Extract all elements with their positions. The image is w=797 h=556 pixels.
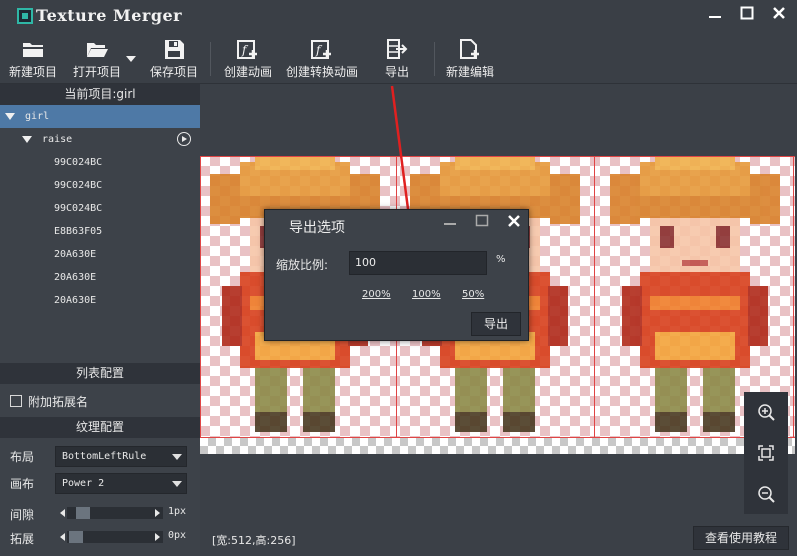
fit-screen-icon[interactable] bbox=[756, 443, 776, 463]
zoom-panel bbox=[744, 392, 788, 514]
append-ext-label: 附加拓展名 bbox=[28, 395, 89, 409]
slider-thumb[interactable] bbox=[76, 507, 90, 519]
extend-label: 拓展 bbox=[10, 532, 35, 546]
list-item[interactable]: 20A630E bbox=[0, 266, 200, 289]
layout-label: 布局 bbox=[10, 450, 35, 464]
new-edit-button[interactable]: 新建编辑 bbox=[442, 32, 498, 84]
scale-preset-100[interactable]: 100% bbox=[412, 289, 441, 300]
scale-label: 缩放比例: bbox=[276, 258, 329, 272]
canvas-select[interactable]: Power 2 bbox=[55, 473, 187, 494]
open-project-button[interactable]: 打开项目 bbox=[68, 32, 126, 84]
dialog-title: 导出选项 bbox=[289, 220, 345, 236]
frame-border bbox=[200, 156, 201, 438]
tree-item-group[interactable]: raise bbox=[0, 128, 200, 151]
list-config-header: 列表配置 bbox=[0, 363, 200, 384]
create-animation-button[interactable]: f 创建动画 bbox=[220, 32, 276, 84]
tree-item-root[interactable]: girl bbox=[0, 105, 200, 128]
append-ext-checkbox[interactable] bbox=[10, 395, 22, 407]
export-button[interactable]: 导出 bbox=[378, 32, 416, 84]
scale-preset-200[interactable]: 200% bbox=[362, 289, 391, 300]
minimize-icon bbox=[709, 16, 721, 18]
maximize-button[interactable] bbox=[733, 2, 761, 24]
scale-input[interactable]: 100 bbox=[349, 251, 487, 275]
dialog-close-button[interactable] bbox=[502, 210, 526, 232]
app-logo-icon bbox=[17, 8, 33, 24]
frame-border bbox=[793, 156, 794, 438]
chevron-down-icon[interactable] bbox=[172, 481, 182, 487]
export-options-dialog: 导出选项 缩放比例: 100 % 200% 100% 50% 导出 bbox=[264, 209, 529, 341]
view-tutorial-button[interactable]: 查看使用教程 bbox=[693, 526, 789, 550]
scale-preset-50[interactable]: 50% bbox=[462, 289, 484, 300]
left-panel: 当前项目:girl girl raise 99C024BC 99C024BC 9… bbox=[0, 84, 200, 556]
increase-icon[interactable] bbox=[155, 533, 160, 541]
folder-open-icon bbox=[87, 43, 108, 57]
sprite-sheet-padding bbox=[200, 438, 795, 454]
toolbar: 新建项目 打开项目 保存项目 f 创建动画 f 创建转换动画 导出 新建编辑 bbox=[0, 32, 797, 84]
new-file-icon bbox=[460, 39, 479, 59]
close-icon bbox=[773, 7, 785, 19]
dialog-minimize-button[interactable] bbox=[438, 210, 462, 232]
toolbar-separator bbox=[210, 42, 211, 76]
zoom-out-icon[interactable] bbox=[756, 484, 776, 504]
export-icon bbox=[387, 39, 408, 59]
title-bar: Texture Merger bbox=[0, 0, 797, 32]
current-project-header: 当前项目:girl bbox=[0, 84, 200, 105]
maximize-icon bbox=[475, 214, 489, 227]
close-button[interactable] bbox=[765, 2, 793, 24]
create-convert-animation-button[interactable]: f 创建转换动画 bbox=[284, 32, 360, 84]
maximize-icon bbox=[740, 6, 754, 20]
list-item[interactable]: 99C024BC bbox=[0, 174, 200, 197]
list-item[interactable]: E8B63F05 bbox=[0, 220, 200, 243]
canvas-size-text: [宽:512,高:256] bbox=[212, 534, 296, 547]
canvas-label: 画布 bbox=[10, 477, 35, 491]
svg-text:f: f bbox=[315, 43, 323, 57]
folder-icon bbox=[23, 43, 43, 57]
decrease-icon[interactable] bbox=[60, 533, 65, 541]
expand-icon[interactable] bbox=[5, 112, 15, 120]
expand-icon[interactable] bbox=[22, 135, 32, 143]
new-project-button[interactable]: 新建项目 bbox=[6, 32, 60, 84]
increase-icon[interactable] bbox=[155, 509, 160, 517]
export-confirm-button[interactable]: 导出 bbox=[471, 312, 521, 336]
function-icon: f bbox=[237, 40, 257, 59]
texture-config-header: 纹理配置 bbox=[0, 417, 200, 438]
frame-border bbox=[200, 156, 795, 157]
open-project-dropdown-icon[interactable] bbox=[126, 56, 136, 62]
minimize-button[interactable] bbox=[701, 2, 729, 24]
list-item[interactable]: 20A630E bbox=[0, 289, 200, 312]
toolbar-separator bbox=[434, 42, 435, 76]
zoom-in-icon[interactable] bbox=[756, 402, 776, 422]
close-icon bbox=[508, 215, 520, 227]
extend-value: 0px bbox=[168, 530, 187, 541]
save-project-button[interactable]: 保存项目 bbox=[146, 32, 202, 84]
play-icon[interactable] bbox=[177, 132, 191, 146]
list-item[interactable]: 20A630E bbox=[0, 243, 200, 266]
svg-text:f: f bbox=[241, 43, 249, 57]
save-icon bbox=[165, 40, 184, 59]
list-item[interactable]: 99C024BC bbox=[0, 197, 200, 220]
layout-select[interactable]: BottomLeftRule bbox=[55, 446, 187, 467]
frame-border bbox=[594, 156, 595, 438]
app-title: Texture Merger bbox=[36, 6, 183, 25]
chevron-down-icon[interactable] bbox=[172, 454, 182, 460]
percent-sign: % bbox=[496, 254, 506, 265]
dialog-maximize-button[interactable] bbox=[470, 210, 494, 232]
gap-label: 间隙 bbox=[10, 508, 35, 522]
minimize-icon bbox=[444, 223, 456, 225]
list-item[interactable]: 99C024BC bbox=[0, 151, 200, 174]
gap-value: 1px bbox=[168, 506, 187, 517]
status-bar: [宽:512,高:256] 查看使用教程 bbox=[200, 522, 797, 556]
function-icon: f bbox=[311, 40, 331, 59]
decrease-icon[interactable] bbox=[60, 509, 65, 517]
slider-thumb[interactable] bbox=[69, 531, 83, 543]
